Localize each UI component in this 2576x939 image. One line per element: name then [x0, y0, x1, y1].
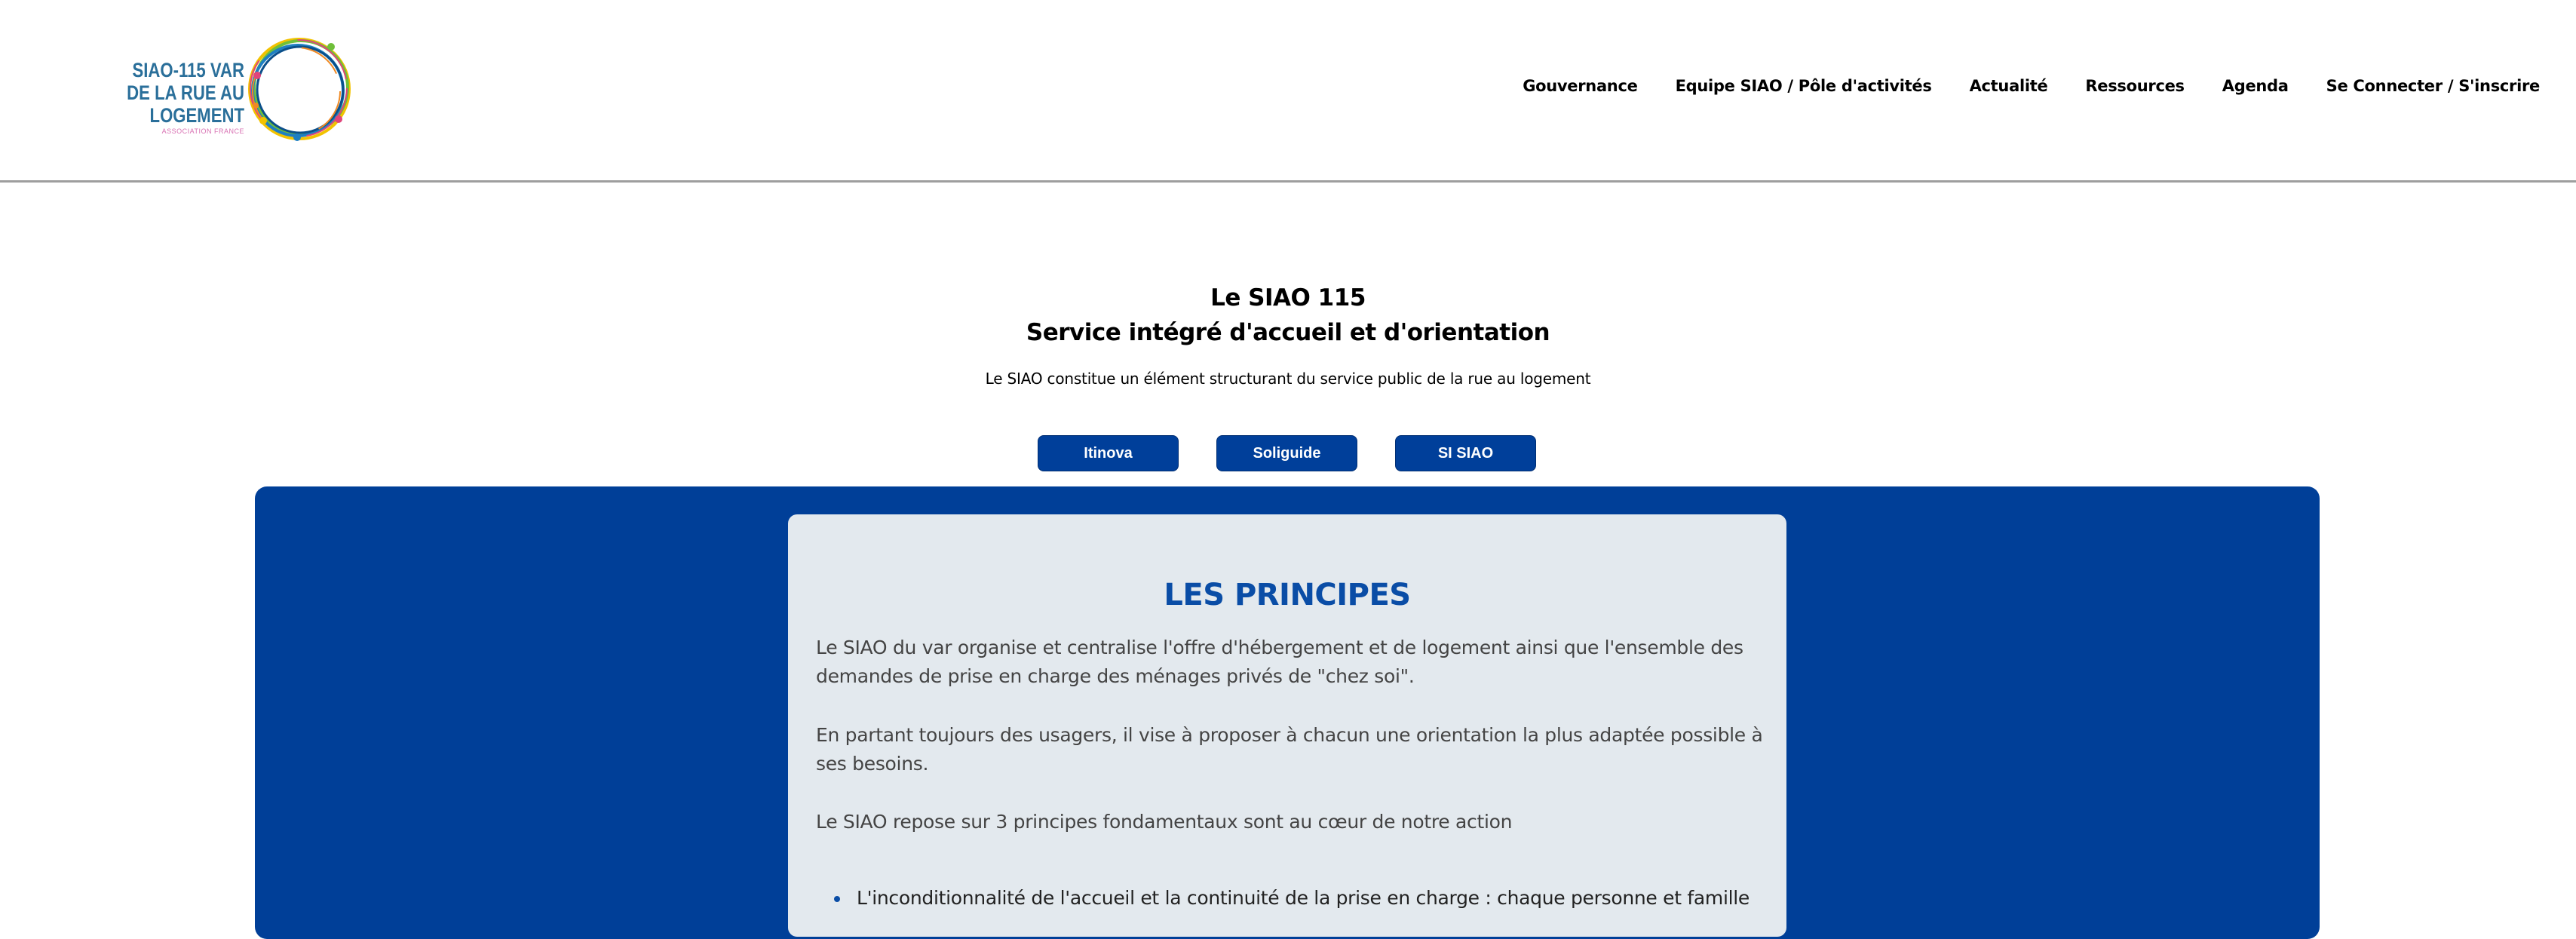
- logo-ring-icon: [248, 38, 351, 141]
- page-title-line1: Le SIAO 115: [1210, 284, 1366, 311]
- page-title-line2: Service intégré d'accueil et d'orientati…: [1026, 319, 1550, 346]
- main-nav: Gouvernance Equipe SIAO / Pôle d'activit…: [1523, 77, 2540, 95]
- logo-line1: SIAO-115 VAR: [132, 59, 244, 81]
- principles-paragraph-3: Le SIAO repose sur 3 principes fondament…: [816, 811, 1513, 833]
- principles-paragraph-1: Le SIAO du var organise et centralise l'…: [816, 637, 1743, 687]
- principle-item-text: L'inconditionnalité de l'accueil et la c…: [857, 887, 1750, 909]
- header-divider: [0, 180, 2576, 183]
- bullet-icon: [834, 896, 840, 902]
- nav-login[interactable]: Se Connecter / S'inscrire: [2326, 77, 2541, 95]
- nav-gouvernance[interactable]: Gouvernance: [1523, 77, 1638, 95]
- soliguide-button[interactable]: Soliguide: [1216, 435, 1357, 471]
- principles-paragraph-2: En partant toujours des usagers, il vise…: [816, 724, 1763, 775]
- si-siao-button[interactable]: SI SIAO: [1395, 435, 1536, 471]
- site-header: SIAO-115 VAR DE LA RUE AU LOGEMENT ASSOC…: [0, 0, 2576, 181]
- nav-actualite[interactable]: Actualité: [1970, 77, 2048, 95]
- page-subtitle: Le SIAO constitue un élément structurant…: [985, 370, 1591, 388]
- nav-equipe-siao[interactable]: Equipe SIAO / Pôle d'activités: [1676, 77, 1932, 95]
- page-title: Le SIAO 115 Service intégré d'accueil et…: [0, 281, 2576, 350]
- logo-line2: DE LA RUE AU LOGEMENT: [127, 81, 244, 127]
- logo-text: SIAO-115 VAR DE LA RUE AU LOGEMENT ASSOC…: [63, 59, 244, 136]
- external-links: Itinova Soliguide SI SIAO: [1038, 435, 1536, 471]
- principle-list-item: L'inconditionnalité de l'accueil et la c…: [816, 884, 1766, 913]
- nav-ressources[interactable]: Ressources: [2085, 77, 2185, 95]
- logo-line3: ASSOCIATION FRANCE: [161, 127, 244, 135]
- itinova-button[interactable]: Itinova: [1038, 435, 1179, 471]
- site-logo[interactable]: SIAO-115 VAR DE LA RUE AU LOGEMENT ASSOC…: [63, 30, 357, 147]
- nav-agenda[interactable]: Agenda: [2222, 77, 2289, 95]
- principles-title: LES PRINCIPES: [1164, 578, 1411, 612]
- principles-card: LES PRINCIPES Le SIAO du var organise et…: [788, 514, 1786, 937]
